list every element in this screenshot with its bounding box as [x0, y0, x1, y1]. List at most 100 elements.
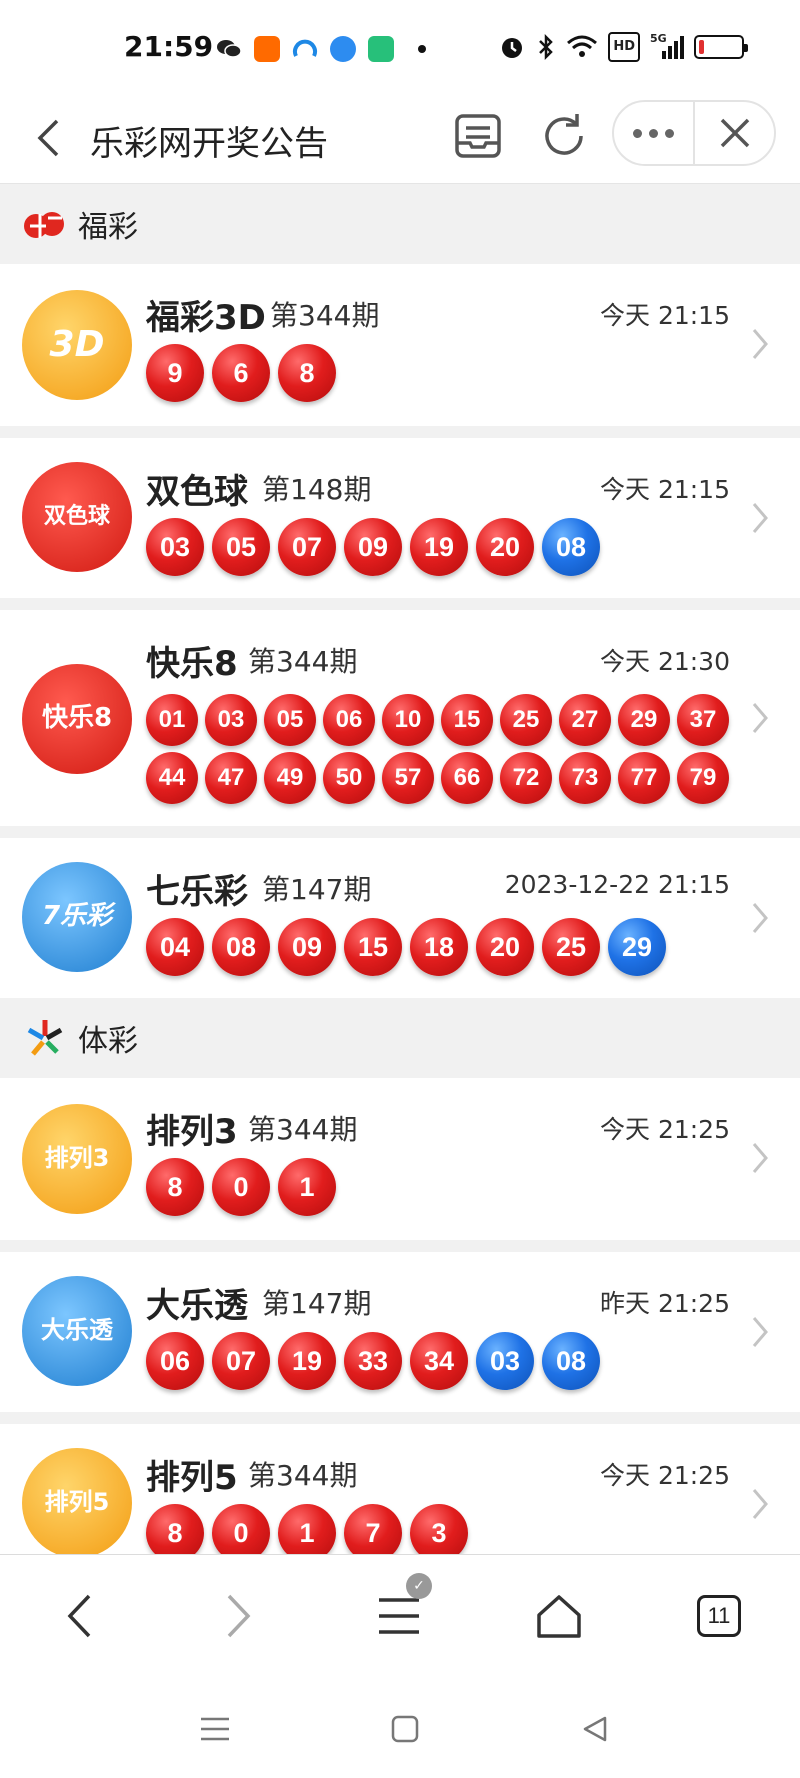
fucai-3d-logo: 3D — [22, 290, 132, 400]
home-icon — [537, 1595, 581, 1638]
red-ball: 50 — [323, 752, 375, 804]
ticai-logo-icon — [22, 1015, 68, 1061]
lottery-row-shuangseqiu[interactable]: 双色球 双色球 第148期 今天 21:15 03 05 07 09 19 20 08 — [0, 438, 800, 598]
section-label: 体彩 — [78, 1024, 138, 1059]
refresh-icon — [545, 114, 583, 155]
number-balls: 968 — [146, 344, 344, 402]
number-balls: 04 08 09 15 18 20 25 29 — [146, 918, 674, 976]
red-ball: 05 — [212, 518, 270, 576]
nav-menu-button[interactable]: ✓ — [364, 1573, 434, 1651]
red-ball: 06 — [146, 1332, 204, 1390]
fucai-logo-icon — [22, 201, 68, 247]
check-badge-icon: ✓ — [406, 1573, 432, 1599]
feather-app-icon — [330, 36, 356, 62]
status-bar: 21:59 HD 5G — [0, 0, 800, 96]
more-dots-icon — [633, 128, 674, 138]
close-button[interactable] — [695, 102, 774, 164]
draw-time: 今天 21:25 — [600, 1115, 730, 1144]
lottery-row-daletou[interactable]: 大乐透 大乐透 第147期 昨天 21:25 06 07 19 33 34 03 08 — [0, 1252, 800, 1412]
shuangseqiu-logo: 双色球 — [22, 462, 132, 572]
blue-ball: 03 — [476, 1332, 534, 1390]
wifi-icon — [566, 32, 598, 62]
network-type-label: 5G — [650, 32, 667, 45]
row-divider — [0, 826, 800, 838]
logo-text: 大乐透 — [41, 1316, 113, 1345]
red-ball: 25 — [542, 918, 600, 976]
lottery-row-qilecai[interactable]: 7乐彩 七乐彩 第147期 2023-12-22 21:15 04 08 09 15 1… — [0, 838, 800, 998]
kuaile8-logo: 快乐8 — [22, 664, 132, 774]
red-ball: 6 — [212, 344, 270, 402]
lottery-issue: 第344期 — [248, 1459, 358, 1492]
lottery-row-kuaile8[interactable]: 快乐8 快乐8 第344期 今天 21:30 01 03 05 06 10 15 25 27 2… — [0, 610, 800, 826]
nav-back-button[interactable] — [44, 1581, 114, 1651]
red-ball: 05 — [264, 694, 316, 746]
system-home-button[interactable] — [380, 1704, 430, 1754]
chevron-right-icon — [748, 698, 772, 738]
lottery-issue: 第344期 — [270, 299, 380, 332]
lottery-issue: 第344期 — [248, 645, 358, 678]
notification-icons — [216, 36, 426, 62]
row-divider — [0, 426, 800, 438]
red-ball: 77 — [618, 752, 670, 804]
status-time: 21:59 — [124, 30, 214, 63]
red-ball: 8 — [146, 1158, 204, 1216]
red-ball: 7 — [344, 1504, 402, 1554]
lottery-name: 双色球 — [146, 472, 248, 512]
refresh-button[interactable] — [536, 108, 592, 164]
lottery-issue: 第147期 — [262, 873, 372, 906]
chevron-right-icon — [748, 324, 772, 364]
more-options-button[interactable] — [614, 102, 695, 164]
alarm-icon — [498, 32, 526, 62]
title-bar: 乐彩网开奖公告 — [0, 96, 800, 184]
wechat-icon — [216, 36, 242, 62]
menu-icon — [379, 1598, 419, 1634]
red-ball: 3 — [410, 1504, 468, 1554]
back-button[interactable] — [26, 116, 70, 160]
pailie5-logo: 排列5 — [22, 1448, 132, 1554]
row-divider — [0, 1412, 800, 1424]
row-divider — [0, 1240, 800, 1252]
lottery-row-fucai-3d[interactable]: 3D 福彩3D 第344期 今天 21:15 968 — [0, 264, 800, 426]
row-divider — [0, 598, 800, 610]
qilecai-logo: 7乐彩 — [22, 862, 132, 972]
menu-lines-icon — [201, 1717, 229, 1741]
red-ball: 1 — [278, 1504, 336, 1554]
logo-text: 排列3 — [44, 1144, 110, 1173]
red-ball: 0 — [212, 1504, 270, 1554]
tabs-count: 11 — [697, 1595, 741, 1637]
red-ball: 33 — [344, 1332, 402, 1390]
red-ball: 49 — [264, 752, 316, 804]
logo-text: 快乐8 — [41, 703, 113, 734]
red-ball: 07 — [278, 518, 336, 576]
logo-text: 3D — [49, 324, 105, 366]
red-ball: 15 — [441, 694, 493, 746]
red-ball: 20 — [476, 518, 534, 576]
system-back-button[interactable] — [570, 1704, 620, 1754]
red-ball: 8 — [146, 1504, 204, 1554]
nav-forward-button[interactable] — [204, 1581, 274, 1651]
red-ball: 27 — [559, 694, 611, 746]
nav-home-button[interactable] — [524, 1581, 594, 1651]
reader-mode-button[interactable] — [450, 108, 506, 164]
red-ball: 03 — [146, 518, 204, 576]
red-ball: 66 — [441, 752, 493, 804]
red-ball: 19 — [410, 518, 468, 576]
cell-signal-icon: 5G — [650, 32, 684, 62]
system-menu-button[interactable] — [190, 1704, 240, 1754]
more-notifications-dot — [418, 45, 426, 53]
lottery-name: 排列5 — [146, 1458, 238, 1498]
pailie3-logo: 排列3 — [22, 1104, 132, 1214]
draw-time: 2023-12-22 21:15 — [504, 870, 730, 899]
nav-tabs-button[interactable]: 11 — [684, 1581, 754, 1651]
draw-time: 今天 21:30 — [600, 647, 730, 676]
lottery-row-pailie3[interactable]: 排列3 排列3 第344期 今天 21:25 801 — [0, 1078, 800, 1240]
red-ball: 29 — [618, 694, 670, 746]
lottery-row-pailie5[interactable]: 排列5 排列5 第344期 今天 21:25 80173 — [0, 1424, 800, 1554]
lottery-name: 快乐8 — [146, 644, 238, 684]
reader-mode-icon — [455, 114, 501, 158]
taobao-app-icon — [254, 36, 280, 62]
arrow-back-icon — [67, 1594, 91, 1638]
draw-time: 今天 21:15 — [600, 301, 730, 330]
lottery-issue: 第148期 — [262, 473, 372, 506]
system-nav-bar — [0, 1678, 800, 1778]
